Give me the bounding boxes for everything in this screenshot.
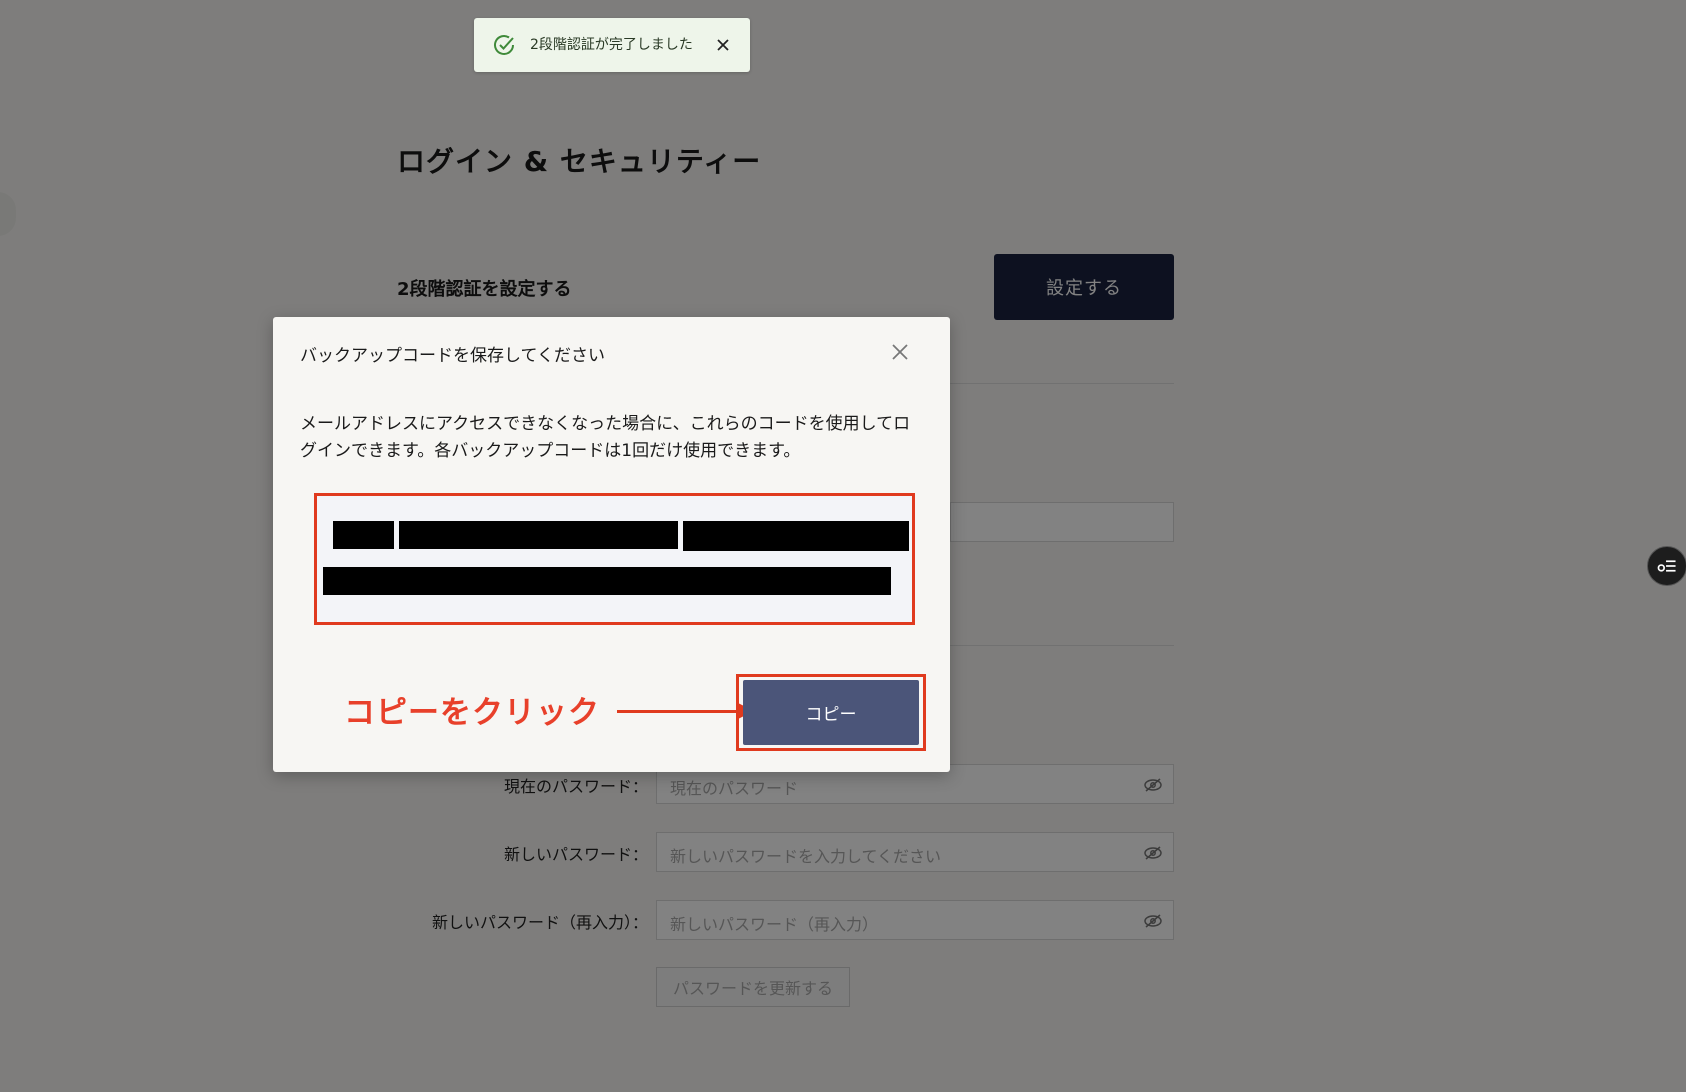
toast-message: 2段階認証が完了しました — [530, 37, 693, 53]
redacted-code — [333, 521, 394, 549]
redacted-code — [399, 521, 678, 549]
annotation-arrow — [617, 710, 737, 713]
check-circle-icon — [494, 35, 514, 55]
success-toast: 2段階認証が完了しました — [474, 18, 750, 72]
dialog-description: メールアドレスにアクセスできなくなった場合に、これらのコードを使用してログインで… — [300, 414, 911, 461]
floating-menu-button[interactable] — [1647, 546, 1686, 586]
close-icon[interactable] — [715, 37, 731, 53]
close-icon[interactable] — [890, 342, 910, 362]
annotation-highlight-box — [736, 674, 926, 751]
redacted-code — [323, 567, 891, 595]
annotation-instruction: コピーをクリック — [344, 695, 600, 731]
dialog-title: バックアップコードを保存してください — [300, 346, 605, 366]
list-settings-icon — [1657, 560, 1676, 572]
backup-codes-dialog: バックアップコードを保存してください メールアドレスにアクセスできなくなった場合… — [273, 317, 950, 772]
redacted-code — [683, 521, 909, 551]
backup-codes-box[interactable] — [314, 493, 915, 625]
